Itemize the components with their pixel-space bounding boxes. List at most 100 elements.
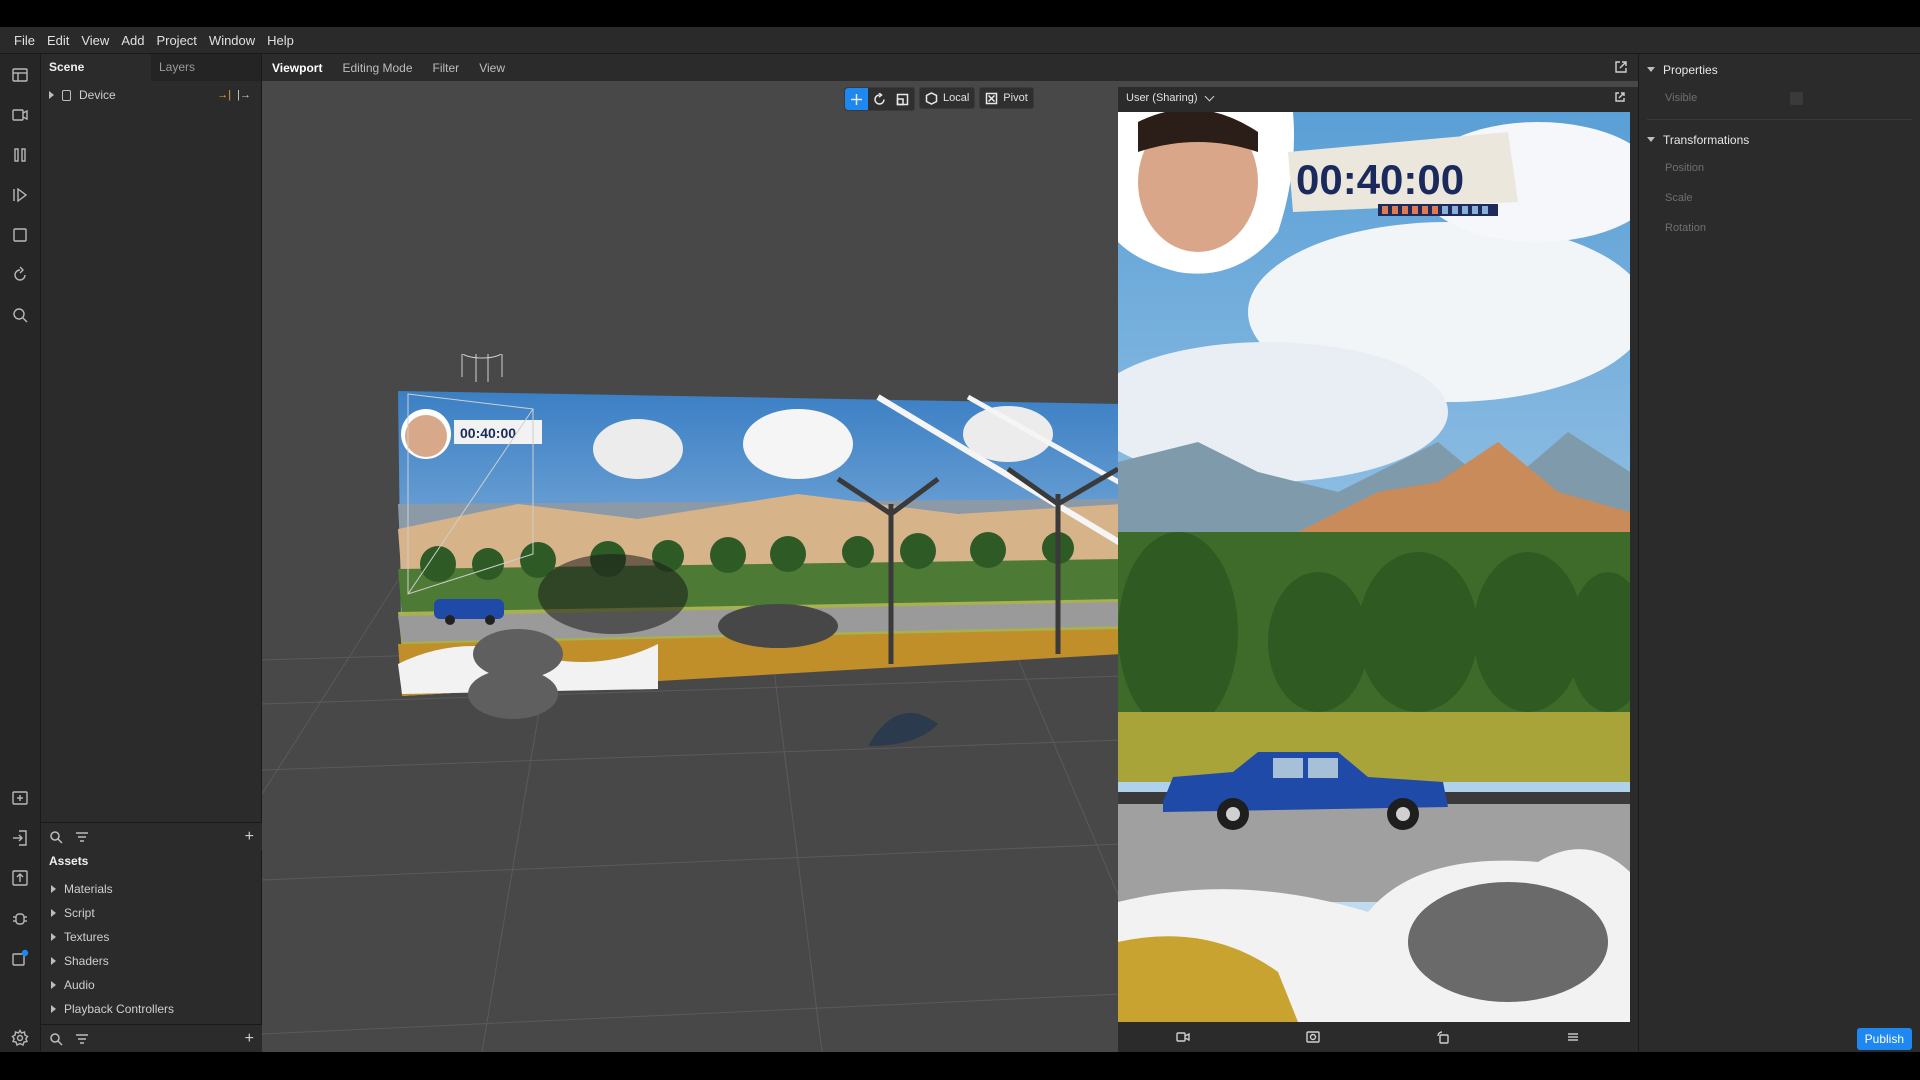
asset-folder[interactable]: Playback Controllers: [41, 997, 262, 1021]
expand-arrow-icon[interactable]: [49, 91, 54, 99]
expand-arrow-icon[interactable]: [51, 957, 56, 965]
preview-toolbar: [1118, 1022, 1638, 1052]
publish-button[interactable]: Publish: [1856, 1028, 1912, 1050]
tab-viewport[interactable]: Viewport: [272, 61, 322, 75]
search-icon[interactable]: [10, 305, 30, 325]
asset-folder-label: Playback Controllers: [64, 1002, 175, 1016]
search-icon[interactable]: [49, 830, 63, 844]
pivot-button[interactable]: Pivot: [979, 87, 1034, 109]
preview-header: User (Sharing): [1118, 87, 1638, 109]
camera-icon[interactable]: [10, 105, 30, 125]
bottom-bar: [0, 1052, 1920, 1080]
notification-icon[interactable]: [10, 948, 30, 968]
menu-file[interactable]: File: [8, 27, 41, 54]
expand-arrow-icon[interactable]: [51, 933, 56, 941]
scale-tool-button[interactable]: [891, 88, 914, 110]
collapse-arrow-icon[interactable]: [1647, 137, 1655, 142]
menu-edit[interactable]: Edit: [41, 27, 75, 54]
asset-folder-label: Shaders: [64, 954, 109, 968]
local-space-label: Local: [943, 92, 970, 104]
asset-folder[interactable]: Materials: [41, 877, 262, 901]
filter-icon[interactable]: [75, 1032, 89, 1046]
scene-panel: Scene Layers Device →| |→ + Assets Mater…: [41, 54, 262, 1052]
layout-icon[interactable]: [10, 65, 30, 85]
position-label: Position: [1665, 162, 1705, 174]
enter-icon[interactable]: →|: [217, 89, 231, 101]
preview-user-select[interactable]: User (Sharing): [1126, 92, 1198, 104]
tab-layers[interactable]: Layers: [151, 54, 261, 81]
asset-folder[interactable]: Script: [41, 901, 262, 925]
preview-image: 00:40:00: [1118, 112, 1630, 1022]
tab-filter[interactable]: Filter: [433, 61, 460, 75]
external-link-icon[interactable]: [1614, 60, 1628, 74]
tree-item-device[interactable]: Device →| |→: [41, 85, 261, 105]
move-tool-button[interactable]: [845, 88, 868, 110]
top-bar: [0, 0, 1920, 27]
visible-row: Visible: [1639, 83, 1920, 113]
tree-item-label: Device: [79, 88, 116, 102]
expand-arrow-icon[interactable]: [51, 981, 56, 989]
rotation-row: Rotation: [1639, 213, 1920, 243]
tab-view[interactable]: View: [479, 61, 505, 75]
local-space-button[interactable]: Local: [919, 87, 976, 109]
viewport-tabs: Viewport Editing Mode Filter View: [262, 54, 1638, 81]
menu-add[interactable]: Add: [115, 27, 150, 54]
add-asset-button[interactable]: +: [245, 1030, 254, 1048]
import-icon[interactable]: [10, 828, 30, 848]
settings-icon[interactable]: [10, 1028, 30, 1048]
visible-label: Visible: [1665, 92, 1698, 104]
properties-panel: Properties Visible Transformations Posit…: [1638, 54, 1920, 1052]
preview-screen[interactable]: 00:40:00: [1118, 112, 1630, 1022]
properties-section[interactable]: Properties: [1639, 56, 1920, 83]
add-object-button[interactable]: +: [245, 828, 254, 846]
tool-icon-bar: [0, 54, 41, 1052]
screenshot-icon[interactable]: [1306, 1030, 1320, 1044]
position-row: Position: [1639, 153, 1920, 183]
menu-project[interactable]: Project: [150, 27, 202, 54]
collapse-arrow-icon[interactable]: [1647, 67, 1655, 72]
export-icon[interactable]: [10, 868, 30, 888]
video-camera-icon[interactable]: [1176, 1030, 1190, 1044]
refresh-icon[interactable]: [10, 265, 30, 285]
asset-folder-label: Audio: [64, 978, 95, 992]
exit-icon[interactable]: |→: [237, 89, 251, 101]
visible-checkbox[interactable]: [1790, 91, 1804, 105]
expand-arrow-icon[interactable]: [51, 1005, 56, 1013]
menu-window[interactable]: Window: [203, 27, 261, 54]
expand-arrow-icon[interactable]: [51, 909, 56, 917]
scale-label: Scale: [1665, 192, 1693, 204]
bug-icon[interactable]: [10, 908, 30, 928]
transformations-section[interactable]: Transformations: [1639, 126, 1920, 153]
rotate-device-icon[interactable]: [1436, 1030, 1450, 1044]
transformations-title: Transformations: [1663, 132, 1750, 147]
asset-folder[interactable]: Audio: [41, 973, 262, 997]
properties-title: Properties: [1663, 62, 1718, 77]
square-icon[interactable]: [10, 225, 30, 245]
tab-editing-mode[interactable]: Editing Mode: [342, 61, 412, 75]
columns-icon[interactable]: [10, 145, 30, 165]
menu-icon[interactable]: [1566, 1030, 1580, 1044]
scene-board[interactable]: 00:40:00: [398, 354, 1122, 814]
assets-toolbar: +: [41, 1024, 262, 1052]
search-icon[interactable]: [49, 1032, 63, 1046]
viewport[interactable]: Viewport Editing Mode Filter View 00:40:…: [262, 54, 1638, 1052]
divider: [1647, 119, 1912, 120]
folder-add-icon[interactable]: [10, 788, 30, 808]
menu-help[interactable]: Help: [261, 27, 300, 54]
expand-arrow-icon[interactable]: [51, 885, 56, 893]
play-icon[interactable]: [10, 185, 30, 205]
rotate-tool-button[interactable]: [868, 88, 891, 110]
tab-scene[interactable]: Scene: [41, 54, 151, 81]
rotation-label: Rotation: [1665, 222, 1706, 234]
chevron-down-icon[interactable]: [1204, 91, 1214, 102]
transform-mode-group: [844, 87, 915, 111]
asset-folder-label: Script: [64, 906, 95, 920]
asset-folder[interactable]: Textures: [41, 925, 262, 949]
asset-folder[interactable]: Shaders: [41, 949, 262, 973]
filter-icon[interactable]: [75, 830, 89, 844]
scene-panel-toolbar: +: [41, 822, 262, 850]
asset-folder-label: Textures: [64, 930, 110, 944]
external-link-icon[interactable]: [1614, 91, 1626, 106]
scene-panel-tabs: Scene Layers: [41, 54, 261, 81]
menu-view[interactable]: View: [75, 27, 115, 54]
